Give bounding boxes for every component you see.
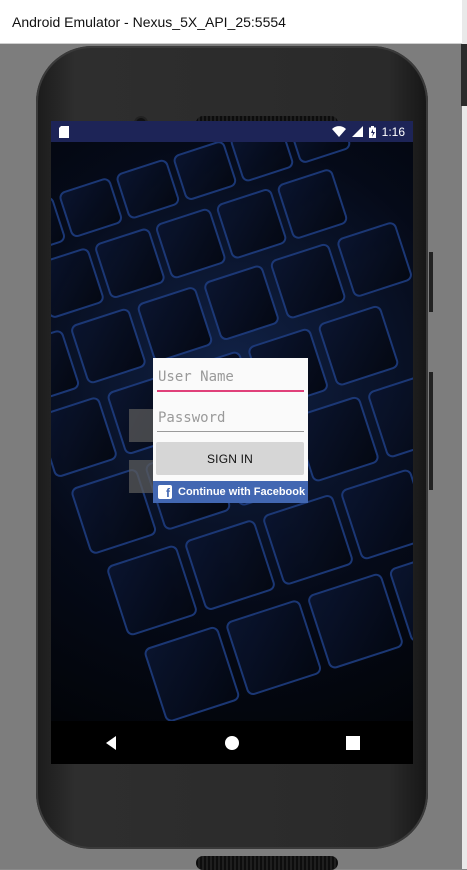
sign-in-button[interactable]: SIGN IN [156, 442, 304, 475]
bottom-speaker [196, 856, 338, 870]
recents-icon[interactable] [346, 735, 360, 750]
battery-icon [368, 125, 376, 138]
password-input[interactable] [157, 404, 304, 432]
facebook-login-button[interactable]: f Continue with Facebook [153, 481, 308, 503]
background-button-2[interactable] [129, 460, 155, 493]
device-screen: 1:16 User Name SIGN IN f Continue with F… [51, 121, 413, 764]
facebook-button-label: Continue with Facebook [178, 486, 306, 498]
facebook-icon: f [158, 485, 172, 499]
signal-icon [351, 126, 363, 137]
sd-card-icon [59, 125, 69, 138]
wifi-icon [331, 126, 346, 137]
navigation-bar [51, 721, 413, 764]
status-time: 1:16 [381, 124, 405, 139]
side-panel [461, 44, 467, 106]
window-titlebar: Android Emulator - Nexus_5X_API_25:5554 [0, 0, 462, 44]
home-icon[interactable] [224, 735, 240, 751]
emulator-window: Android Emulator - Nexus_5X_API_25:5554 [0, 0, 467, 870]
username-input[interactable] [157, 364, 304, 392]
window-edge [462, 0, 467, 869]
background-button-1[interactable] [129, 409, 155, 442]
volume-button[interactable] [429, 372, 433, 490]
status-bar: 1:16 [51, 121, 413, 142]
power-button[interactable] [429, 252, 433, 312]
window-title: Android Emulator - Nexus_5X_API_25:5554 [12, 13, 286, 30]
login-dialog: SIGN IN f Continue with Facebook [153, 358, 308, 503]
back-icon[interactable] [104, 735, 118, 751]
